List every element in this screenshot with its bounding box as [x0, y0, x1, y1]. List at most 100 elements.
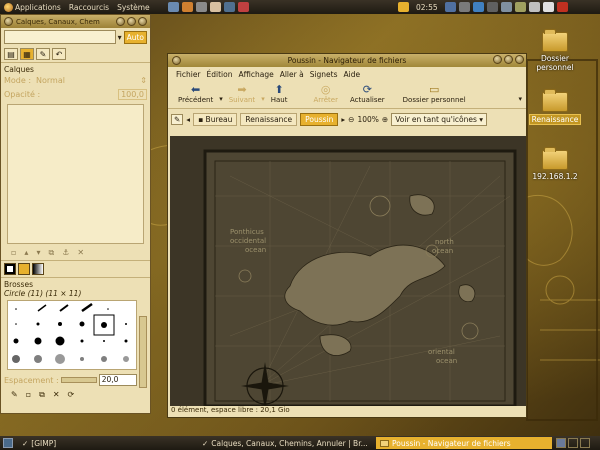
minimize-icon[interactable]: [493, 55, 502, 64]
gimp-launcher-icon[interactable]: [210, 2, 221, 12]
clock[interactable]: 02:55: [416, 3, 438, 12]
taskbar-button-file-manager[interactable]: Poussin - Navigateur de fichiers: [376, 437, 552, 449]
home-button[interactable]: ▭ Dossier personnel: [397, 83, 472, 104]
folder-background-map: Ponthicus occidental ocean north ocean o…: [170, 136, 526, 406]
anchor-layer-icon[interactable]: ⚓: [62, 248, 69, 258]
taskbar-button-gimp[interactable]: ✓ [GIMP]: [18, 437, 198, 449]
raise-layer-icon[interactable]: ▴: [24, 248, 28, 258]
workspace-1[interactable]: [556, 438, 566, 448]
window-menu-icon[interactable]: [4, 17, 13, 26]
forward-button[interactable]: ➡ Suivant: [223, 83, 261, 104]
up-button[interactable]: ⬆ Haut: [265, 83, 294, 104]
window-menu-icon[interactable]: [172, 56, 181, 65]
weather-tray-icon[interactable]: [528, 2, 540, 12]
menu-file[interactable]: Fichier: [176, 70, 201, 79]
crumb-bureau[interactable]: ▪ Bureau: [193, 112, 238, 126]
stop-button[interactable]: ◎ Arrêter: [307, 83, 344, 104]
folder-tray-icon[interactable]: [398, 2, 409, 12]
icon-view-area[interactable]: Ponthicus occidental ocean north ocean o…: [170, 136, 526, 406]
brush-swatch-icon[interactable]: [18, 263, 30, 275]
reload-button[interactable]: ⟳ Actualiser: [344, 83, 391, 104]
zoom-level[interactable]: 100%: [357, 115, 378, 124]
desktop-icon-network-share[interactable]: 192.168.1.2: [520, 147, 590, 181]
minimize-icon[interactable]: [116, 17, 125, 26]
update-tray-icon[interactable]: [472, 2, 484, 12]
network-tray-icon[interactable]: [444, 2, 456, 12]
menu-help[interactable]: Aide: [344, 70, 361, 79]
delete-brush-icon[interactable]: ✕: [53, 390, 60, 400]
map-label: ocean: [432, 247, 453, 255]
workspace-3[interactable]: [580, 438, 590, 448]
terminal-launcher-icon[interactable]: [168, 2, 179, 12]
spacing-slider[interactable]: [60, 377, 97, 383]
media-launcher-icon[interactable]: [238, 2, 249, 12]
menu-go[interactable]: Aller à: [280, 70, 304, 79]
spacing-input[interactable]: 20,0: [98, 374, 137, 386]
browser-launcher-icon[interactable]: [182, 2, 193, 12]
tab-layers-icon[interactable]: ▤: [4, 48, 18, 60]
places-menu[interactable]: Raccourcis: [65, 3, 113, 12]
location-bar: ✎ ◂ ▪ Bureau Renaissance Poussin ▸ ⊖ 100…: [168, 109, 526, 129]
image-selector-combo[interactable]: [4, 30, 116, 44]
crumb-renaissance[interactable]: Renaissance: [240, 112, 298, 126]
chevron-down-icon[interactable]: ▾: [118, 33, 122, 42]
view-mode-select[interactable]: Voir en tant qu'icônes ▾: [391, 112, 488, 126]
new-brush-icon[interactable]: ▫: [26, 390, 31, 400]
workspace-2[interactable]: [568, 438, 578, 448]
duplicate-layer-icon[interactable]: ⧉: [48, 248, 54, 258]
crumb-poussin[interactable]: Poussin: [300, 112, 339, 126]
delete-layer-icon[interactable]: ✕: [77, 248, 84, 258]
duplicate-brush-icon[interactable]: ⧉: [39, 390, 45, 400]
applications-menu[interactable]: Applications: [0, 2, 65, 12]
close-icon[interactable]: [515, 55, 524, 64]
taskbar-label: Calques, Canaux, Chemins, Annuler | Br..…: [211, 438, 368, 448]
places-menu-label: Raccourcis: [68, 2, 110, 12]
zoom-out-icon[interactable]: ⊖: [348, 115, 354, 124]
maximize-icon[interactable]: [504, 55, 513, 64]
menu-bookmarks[interactable]: Signets: [310, 70, 338, 79]
file-manager-titlebar[interactable]: Poussin - Navigateur de fichiers: [168, 54, 526, 67]
refresh-brushes-icon[interactable]: ⟳: [68, 390, 75, 400]
edit-brush-icon[interactable]: ✎: [11, 390, 18, 400]
bluetooth-tray-icon[interactable]: [514, 2, 526, 12]
desktop-icon-home[interactable]: Dossier personnel: [520, 29, 590, 72]
gradient-swatch-icon[interactable]: [32, 263, 44, 275]
screen-tray-icon[interactable]: [500, 2, 512, 12]
maximize-icon[interactable]: [127, 17, 136, 26]
system-menu[interactable]: Système: [113, 3, 154, 12]
taskbar-button-gimp-dock[interactable]: ✓ Calques, Canaux, Chemins, Annuler | Br…: [198, 437, 374, 449]
crumb-scroll-left-icon[interactable]: ◂: [186, 115, 190, 124]
new-layer-icon[interactable]: ▫: [11, 248, 16, 258]
brushes-scrollbar[interactable]: [139, 316, 147, 388]
printer-tray-icon[interactable]: [486, 2, 498, 12]
layers-list[interactable]: [7, 104, 144, 244]
mode-select[interactable]: Normal: [36, 76, 138, 85]
crumb-scroll-right-icon[interactable]: ▸: [341, 115, 345, 124]
zoom-in-icon[interactable]: ⊕: [382, 115, 388, 124]
folder-small-icon: [380, 439, 389, 447]
gimp-dock-titlebar[interactable]: Calques, Canaux, Chem: [1, 15, 150, 28]
logout-tray-icon[interactable]: [556, 2, 568, 12]
auto-button[interactable]: Auto: [123, 30, 147, 44]
tab-paths-icon[interactable]: ✎: [36, 48, 50, 60]
tab-channels-icon[interactable]: ▦: [20, 48, 34, 60]
monitor-launcher-icon[interactable]: [224, 2, 235, 12]
settings-tray-icon[interactable]: [542, 2, 554, 12]
editor-launcher-icon[interactable]: [196, 2, 207, 12]
show-desktop-icon[interactable]: [3, 438, 13, 448]
system-menu-label: Système: [117, 2, 150, 12]
close-icon[interactable]: [138, 17, 147, 26]
volume-tray-icon[interactable]: [458, 2, 470, 12]
opacity-input[interactable]: 100,0: [118, 89, 147, 100]
tab-undo-icon[interactable]: ↶: [52, 48, 66, 60]
toggle-location-entry-icon[interactable]: ✎: [171, 113, 184, 125]
lower-layer-icon[interactable]: ▾: [36, 248, 40, 258]
back-button[interactable]: ⬅ Précédent: [172, 83, 219, 104]
menu-view[interactable]: Affichage: [238, 70, 273, 79]
toolbar-overflow-chevron-icon[interactable]: ▾: [518, 95, 522, 103]
desktop-icon-renaissance[interactable]: Renaissance: [520, 89, 590, 125]
brush-previews[interactable]: [8, 301, 138, 371]
brush-grid[interactable]: [7, 300, 137, 370]
fg-bg-color-icon[interactable]: [4, 263, 16, 275]
menu-edit[interactable]: Édition: [207, 70, 233, 79]
